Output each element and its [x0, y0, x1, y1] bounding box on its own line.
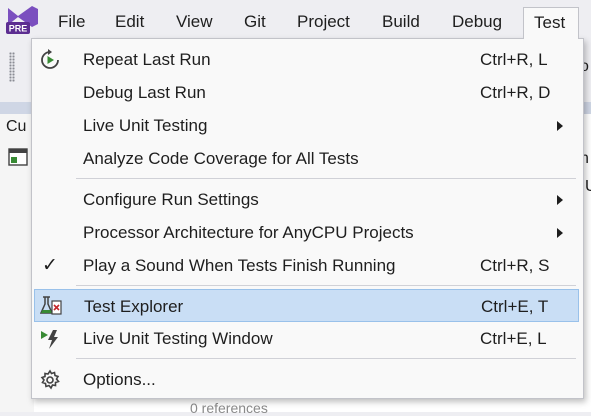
menu-item-label: Configure Run Settings [83, 190, 259, 209]
menu-debug[interactable]: Debug [448, 7, 506, 37]
test-menu-dropdown: Repeat Last Run Ctrl+R, L Debug Last Run… [31, 38, 584, 399]
menu-item-repeat-last-run[interactable]: Repeat Last Run Ctrl+R, L [33, 43, 578, 76]
menu-item-label: Test Explorer [84, 297, 184, 316]
menu-edit[interactable]: Edit [111, 7, 148, 37]
menu-item-configure-run-settings[interactable]: Configure Run Settings [33, 183, 578, 216]
menu-item-shortcut: Ctrl+R, S [480, 256, 550, 275]
menu-item-processor-architecture[interactable]: Processor Architecture for AnyCPU Projec… [33, 216, 578, 249]
test-explorer-icon [40, 296, 62, 315]
menu-item-label: Processor Architecture for AnyCPU Projec… [83, 223, 414, 242]
menu-separator [76, 358, 576, 359]
window-icon[interactable] [8, 148, 28, 166]
submenu-arrow-icon [557, 121, 563, 131]
toolbar-grip-handle[interactable] [9, 52, 15, 82]
menu-build[interactable]: Build [378, 7, 424, 37]
submenu-arrow-icon [557, 195, 563, 205]
menu-item-label: Analyze Code Coverage for All Tests [83, 149, 359, 168]
menu-item-label: Repeat Last Run [83, 50, 211, 69]
menu-bar: PRE File Edit View Git Project Build Deb… [0, 0, 591, 39]
menu-item-shortcut: Ctrl+E, L [480, 329, 547, 348]
menu-item-label: Play a Sound When Tests Finish Running [83, 256, 396, 275]
menu-item-label: Live Unit Testing [83, 116, 208, 135]
menu-item-test-explorer[interactable]: Test Explorer Ctrl+E, T [34, 289, 579, 322]
menu-item-shortcut: Ctrl+E, T [481, 297, 549, 316]
menu-item-analyze-code-coverage[interactable]: Analyze Code Coverage for All Tests [33, 142, 578, 175]
menu-item-options[interactable]: Options... [33, 363, 578, 396]
menu-view[interactable]: View [172, 7, 217, 37]
submenu-arrow-icon [557, 228, 563, 238]
menu-item-debug-last-run[interactable]: Debug Last Run Ctrl+R, D [33, 76, 578, 109]
menu-separator [76, 178, 576, 179]
menu-git[interactable]: Git [240, 7, 270, 37]
menu-file[interactable]: File [54, 7, 89, 37]
logo-badge-text: PRE [9, 24, 28, 34]
references-codelens[interactable]: 0 references [190, 400, 268, 416]
menu-item-live-unit-testing-window[interactable]: Live Unit Testing Window Ctrl+E, L [33, 322, 578, 355]
menu-item-shortcut: Ctrl+R, D [480, 83, 551, 102]
live-unit-testing-icon [41, 330, 58, 349]
menu-item-label: Options... [83, 370, 156, 389]
menu-item-play-sound[interactable]: ✓ Play a Sound When Tests Finish Running… [33, 249, 578, 282]
menu-project[interactable]: Project [293, 7, 354, 37]
left-panel-tab[interactable]: Cu [6, 118, 26, 136]
gear-icon [40, 369, 60, 390]
play-refresh-icon [41, 49, 59, 69]
menu-item-label: Live Unit Testing Window [83, 329, 273, 348]
visual-studio-preview-logo-icon[interactable]: PRE [4, 4, 40, 36]
code-fragment: U [585, 178, 591, 195]
menu-separator [76, 285, 576, 286]
menu-item-shortcut: Ctrl+R, L [480, 50, 548, 69]
menu-item-live-unit-testing[interactable]: Live Unit Testing [33, 109, 578, 142]
checkmark-icon: ✓ [42, 255, 58, 276]
menu-test[interactable]: Test [523, 7, 579, 39]
menu-item-label: Debug Last Run [83, 83, 206, 102]
